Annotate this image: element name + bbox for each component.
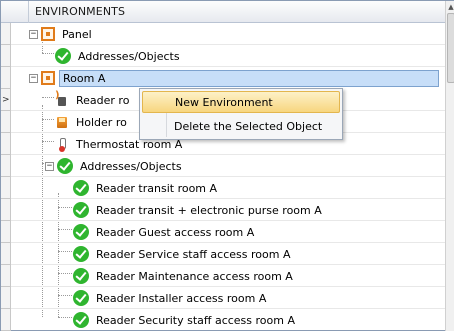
environments-tree-panel: ENVIRONMENTS > − Panel Addresses/Objects… — [0, 0, 454, 331]
tree-node-label[interactable]: Reader Security staff access room A — [93, 313, 298, 328]
gutter-row[interactable] — [1, 265, 11, 287]
thermometer-icon — [55, 137, 69, 152]
tree-row-object[interactable]: Reader Maintenance access room A — [11, 265, 445, 287]
tree-node-label[interactable]: Holder ro — [73, 115, 130, 130]
scrollbar-thumb[interactable] — [447, 13, 454, 83]
tree-node-label[interactable]: Reader Service staff access room A — [93, 247, 293, 262]
gutter-row[interactable] — [1, 111, 11, 133]
header-gutter — [1, 1, 29, 23]
gutter-row[interactable] — [1, 243, 11, 265]
tree-node-label[interactable]: Reader transit + electronic purse room A — [93, 203, 325, 218]
menu-item-label: New Environment — [175, 95, 273, 109]
tree-node-label[interactable]: Reader Installer access room A — [93, 291, 269, 306]
context-menu: New Environment Delete the Selected Obje… — [139, 88, 343, 140]
tree-row-object[interactable]: Reader transit room A — [11, 177, 445, 199]
tree-node-label[interactable]: Panel — [59, 27, 95, 42]
reader-icon — [55, 90, 69, 107]
scroll-up-arrow-icon[interactable]: ▲ — [447, 3, 454, 11]
gutter-row-current[interactable]: > — [1, 89, 11, 111]
check-ok-icon — [55, 48, 71, 64]
column-header-environments[interactable]: ENVIRONMENTS — [35, 5, 125, 18]
vertical-scrollbar[interactable]: ▲ — [445, 1, 454, 331]
collapse-toggle-icon[interactable]: − — [29, 73, 38, 83]
tree-row-object[interactable]: Reader Guest access room A — [11, 221, 445, 243]
check-ok-icon — [73, 246, 89, 262]
gutter-row[interactable] — [1, 23, 11, 45]
check-ok-icon — [73, 180, 89, 196]
check-ok-icon — [73, 268, 89, 284]
tree-row-object[interactable]: Reader transit + electronic purse room A — [11, 199, 445, 221]
tree-header: ENVIRONMENTS — [1, 1, 445, 23]
tree-row-panel[interactable]: − Panel — [11, 23, 445, 45]
tree-node-label-selected[interactable]: Room A — [59, 69, 439, 87]
current-row-indicator-icon: > — [2, 95, 10, 105]
check-ok-icon — [73, 224, 89, 240]
tree-node-label[interactable]: Addresses/Objects — [77, 159, 185, 174]
gutter-row[interactable] — [1, 309, 11, 331]
menu-item-label: Delete the Selected Object — [174, 119, 323, 133]
tree-row-object[interactable]: Reader Installer access room A — [11, 287, 445, 309]
row-gutter: > — [1, 23, 11, 331]
tree-node-label[interactable]: Reader transit room A — [93, 181, 220, 196]
tree-node-label[interactable]: Reader Maintenance access room A — [93, 269, 296, 284]
check-ok-icon — [73, 312, 89, 328]
gutter-row[interactable] — [1, 155, 11, 177]
gutter-row[interactable] — [1, 287, 11, 309]
menu-item-delete-selected-object[interactable]: Delete the Selected Object — [142, 115, 340, 137]
panel-icon — [41, 27, 55, 41]
environment-tree: − Panel Addresses/Objects − Room A) Rea… — [11, 23, 445, 331]
gutter-row[interactable] — [1, 221, 11, 243]
gutter-row[interactable] — [1, 199, 11, 221]
menu-item-new-environment[interactable]: New Environment — [142, 91, 340, 113]
gutter-row[interactable] — [1, 67, 11, 89]
tree-row-object[interactable]: Reader Service staff access room A — [11, 243, 445, 265]
room-icon — [41, 71, 55, 85]
gutter-row[interactable] — [1, 177, 11, 199]
check-ok-icon — [73, 290, 89, 306]
tree-row-addresses[interactable]: Addresses/Objects — [11, 45, 445, 67]
gutter-row[interactable] — [1, 45, 11, 67]
tree-node-label[interactable]: Addresses/Objects — [75, 49, 183, 64]
collapse-toggle-icon[interactable]: − — [45, 161, 54, 171]
tree-node-label[interactable]: Reader ro — [73, 93, 132, 108]
tree-row-room-a[interactable]: − Room A — [11, 67, 445, 89]
holder-icon — [55, 115, 69, 129]
check-ok-icon — [73, 202, 89, 218]
check-ok-icon — [57, 158, 73, 174]
tree-node-label[interactable]: Reader Guest access room A — [93, 225, 257, 240]
tree-row-addresses-room-a[interactable]: − Addresses/Objects — [11, 155, 445, 177]
collapse-toggle-icon[interactable]: − — [29, 29, 38, 39]
gutter-row[interactable] — [1, 133, 11, 155]
tree-row-object[interactable]: Reader Security staff access room A — [11, 309, 445, 331]
